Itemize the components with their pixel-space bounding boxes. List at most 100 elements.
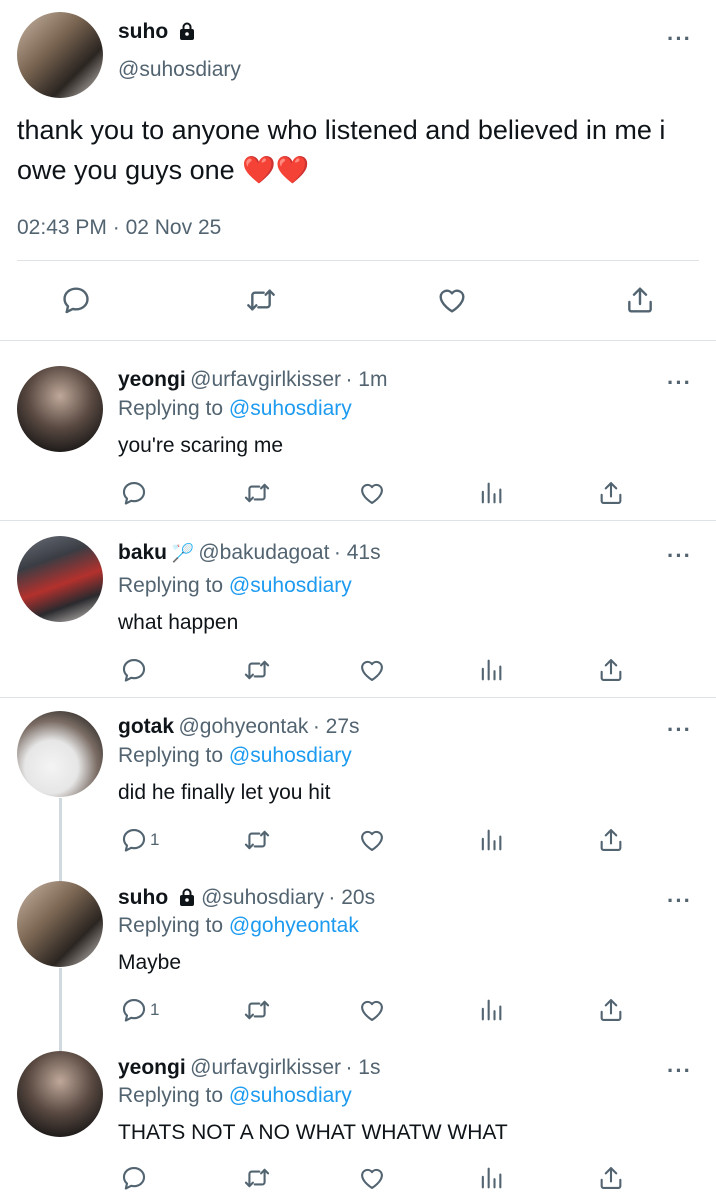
retweet-icon xyxy=(243,826,271,854)
author-handle[interactable]: @suhosdiary xyxy=(201,886,324,909)
reply-text: Maybe xyxy=(118,951,182,974)
avatar[interactable] xyxy=(17,711,103,797)
reply-icon xyxy=(120,996,148,1024)
share-button[interactable] xyxy=(597,1164,625,1192)
reply-button[interactable] xyxy=(120,656,150,684)
replying-to-link[interactable]: @gohyeontak xyxy=(229,914,359,937)
author-name[interactable]: baku xyxy=(118,541,167,564)
heart-icon xyxy=(358,1164,386,1192)
more-icon[interactable]: ··· xyxy=(667,1060,692,1082)
author-name[interactable]: suho xyxy=(118,886,168,909)
reply-button[interactable] xyxy=(60,284,92,316)
divider xyxy=(0,520,716,521)
timestamp: · 27s xyxy=(312,715,360,738)
retweet-button[interactable] xyxy=(243,656,271,684)
author-handle[interactable]: @urfavgirlkisser xyxy=(190,368,341,391)
share-icon xyxy=(624,284,656,316)
avatar[interactable] xyxy=(17,881,103,967)
retweet-button[interactable] xyxy=(243,996,271,1024)
author-handle[interactable]: @gohyeontak xyxy=(178,715,308,738)
retweet-button[interactable] xyxy=(243,826,271,854)
reply-header: gotak @gohyeontak · 27s xyxy=(118,715,360,739)
reply-button[interactable]: 1 xyxy=(120,996,159,1024)
replying-prefix: Replying to xyxy=(118,744,224,767)
share-button[interactable] xyxy=(597,656,625,684)
divider xyxy=(0,340,716,341)
like-button[interactable] xyxy=(358,656,386,684)
views-icon xyxy=(477,479,505,507)
views-icon xyxy=(477,1164,505,1192)
tweet-time: 02:43 PM xyxy=(17,216,107,239)
reply-button[interactable] xyxy=(120,1164,150,1192)
author-handle[interactable]: @urfavgirlkisser xyxy=(190,1056,341,1079)
share-icon xyxy=(597,479,625,507)
replying-to-link[interactable]: @suhosdiary xyxy=(229,574,352,597)
share-button[interactable] xyxy=(597,996,625,1024)
replying-prefix: Replying to xyxy=(118,914,224,937)
reply-button[interactable]: 1 xyxy=(120,826,159,854)
share-button[interactable] xyxy=(597,826,625,854)
replying-to-link[interactable]: @suhosdiary xyxy=(229,397,352,420)
badminton-emoji: 🏸 xyxy=(171,543,194,563)
like-button[interactable] xyxy=(358,479,386,507)
like-button[interactable] xyxy=(358,826,386,854)
avatar[interactable] xyxy=(17,1051,103,1137)
heart-icon xyxy=(358,996,386,1024)
timestamp: · 1s xyxy=(345,1056,381,1079)
like-button[interactable] xyxy=(358,1164,386,1192)
views-button[interactable] xyxy=(477,1164,505,1192)
heart-emoji: ❤️❤️ xyxy=(242,155,310,185)
retweet-button[interactable] xyxy=(243,479,271,507)
avatar[interactable] xyxy=(17,12,103,98)
more-icon[interactable]: ··· xyxy=(667,719,692,741)
replying-prefix: Replying to xyxy=(118,574,224,597)
more-icon[interactable]: ··· xyxy=(667,545,692,567)
like-button[interactable] xyxy=(436,284,468,316)
replying-to-link[interactable]: @suhosdiary xyxy=(229,744,352,767)
thread-connector xyxy=(59,798,62,882)
retweet-icon xyxy=(243,479,271,507)
more-icon[interactable]: ··· xyxy=(667,372,692,394)
timestamp: · 41s xyxy=(333,541,381,564)
retweet-button[interactable] xyxy=(243,1164,271,1192)
reply-text: what happen xyxy=(118,611,239,634)
reply-count: 1 xyxy=(150,830,160,849)
more-icon[interactable]: ··· xyxy=(667,28,692,50)
author-name[interactable]: yeongi xyxy=(118,368,186,391)
author-name[interactable]: suho xyxy=(118,20,168,43)
reply-text: THATS NOT A NO WHAT WHATW WHAT xyxy=(118,1121,508,1144)
tweet-timestamp[interactable]: 02:43 PM · 02 Nov 25 xyxy=(17,216,221,240)
heart-icon xyxy=(358,479,386,507)
reply-icon xyxy=(120,656,148,684)
author-name[interactable]: yeongi xyxy=(118,1056,186,1079)
views-button[interactable] xyxy=(477,826,505,854)
author-handle[interactable]: @bakudagoat xyxy=(198,541,329,564)
views-button[interactable] xyxy=(477,996,505,1024)
share-button[interactable] xyxy=(597,479,625,507)
like-button[interactable] xyxy=(358,996,386,1024)
share-button[interactable] xyxy=(624,284,656,316)
reply-count: 1 xyxy=(150,1000,160,1019)
avatar[interactable] xyxy=(17,366,103,452)
replying-to: Replying to @suhosdiary xyxy=(118,1084,352,1108)
timestamp: · 20s xyxy=(328,886,376,909)
reply-header: suho @suhosdiary · 20s xyxy=(118,886,375,912)
heart-icon xyxy=(436,284,468,316)
views-button[interactable] xyxy=(477,479,505,507)
timestamp: · 1m xyxy=(345,368,388,391)
replying-to: Replying to @suhosdiary xyxy=(118,397,352,421)
more-icon[interactable]: ··· xyxy=(667,890,692,912)
views-button[interactable] xyxy=(477,656,505,684)
retweet-button[interactable] xyxy=(245,284,277,316)
views-icon xyxy=(477,656,505,684)
replying-to: Replying to @gohyeontak xyxy=(118,914,359,938)
author-row: suho xyxy=(118,20,197,46)
thread-connector xyxy=(59,968,62,1052)
avatar[interactable] xyxy=(17,536,103,622)
share-icon xyxy=(597,656,625,684)
author-handle[interactable]: @suhosdiary xyxy=(118,58,241,82)
reply-button[interactable] xyxy=(120,479,150,507)
replying-to-link[interactable]: @suhosdiary xyxy=(229,1084,352,1107)
tweet-text: thank you to anyone who listened and bel… xyxy=(17,110,697,190)
author-name[interactable]: gotak xyxy=(118,715,174,738)
